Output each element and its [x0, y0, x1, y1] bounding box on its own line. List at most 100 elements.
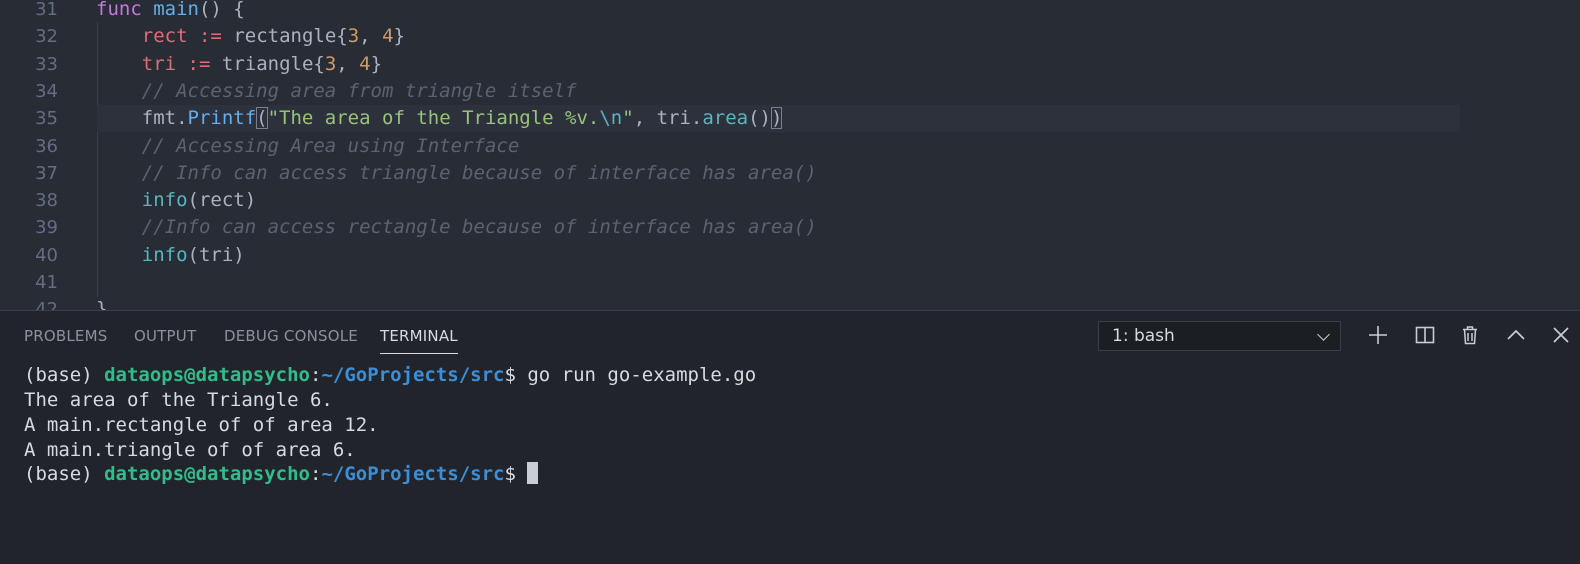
code-line: 38 info(rect): [0, 187, 1580, 214]
code-token: \n: [599, 107, 623, 130]
code-token: info: [141, 243, 188, 266]
code-token: }: [370, 52, 383, 75]
code-token: area: [702, 107, 749, 130]
line-number: 42: [35, 299, 58, 310]
prompt-dollar: $: [504, 364, 528, 386]
code-line: 40 info(tri): [0, 242, 1580, 269]
code-token: 4: [382, 25, 394, 48]
code-text: // Info can access triangle because of i…: [96, 160, 817, 187]
code-token: //Info can access rectangle because of i…: [141, 216, 817, 239]
line-number: 34: [35, 80, 58, 102]
code-token: (: [256, 107, 268, 130]
tab-debug-console[interactable]: DEBUG CONSOLE: [224, 327, 358, 345]
code-token: // Accessing area from triangle itself: [141, 79, 577, 102]
terminal-output-line: The area of the Triangle 6.: [24, 389, 333, 411]
code-line: 35 fmt.Printf("The area of the Triangle …: [0, 105, 1580, 133]
bottom-panel: PROBLEMS OUTPUT DEBUG CONSOLE TERMINAL 1…: [0, 310, 1580, 564]
code-token: ,: [359, 25, 383, 48]
prompt-path: ~/GoProjects/src: [321, 463, 505, 485]
code-token: (): [748, 107, 771, 130]
terminal-select[interactable]: 1: bash: [1098, 321, 1341, 351]
trash-icon[interactable]: [1459, 324, 1481, 346]
code-token: :=: [198, 25, 222, 48]
code-text: rect := rectangle{3, 4}: [96, 23, 405, 50]
line-number: 41: [35, 272, 58, 293]
code-line: 37 // Info can access triangle because o…: [0, 160, 1580, 187]
code-text: //Info can access rectangle because of i…: [96, 214, 817, 241]
terminal-command: go run go-example.go: [527, 364, 757, 386]
prompt-colon: :: [309, 364, 322, 386]
code-token: }: [96, 298, 108, 310]
code-token: 4: [359, 52, 371, 75]
line-number: 31: [35, 0, 58, 20]
code-token: Printf: [187, 107, 257, 130]
terminal-prompt-line: (base) dataops@datapsycho:~/GoProjects/s…: [24, 363, 756, 388]
code-text: tri := triangle{3, 4}: [96, 51, 382, 78]
line-number: 36: [35, 135, 58, 157]
tab-terminal[interactable]: TERMINAL: [380, 327, 458, 354]
code-text: // Accessing Area using Interface: [96, 133, 520, 160]
code-token: 3: [347, 25, 360, 48]
close-icon[interactable]: [1550, 324, 1572, 346]
code-token: ,: [336, 52, 360, 75]
tab-problems[interactable]: PROBLEMS: [24, 327, 107, 345]
code-token: main: [153, 0, 199, 20]
code-token: info: [141, 189, 188, 212]
line-number: 32: [35, 26, 58, 48]
line-number: 38: [35, 190, 58, 212]
code-line: 31 func main() {: [0, 0, 1580, 23]
code-token: 3: [324, 52, 337, 75]
split-icon[interactable]: [1414, 324, 1436, 346]
code-token: rectangle{: [221, 25, 348, 48]
code-line: 42}: [0, 296, 1580, 310]
terminal-cursor: [527, 462, 539, 484]
plus-icon[interactable]: [1367, 324, 1389, 346]
code-token: fmt.: [96, 107, 188, 130]
code-line: 34 // Accessing area from triangle itsel…: [0, 78, 1580, 105]
terminal-output-line: A main.triangle of of area 6.: [24, 439, 356, 461]
code-token: // Accessing Area using Interface: [141, 134, 520, 157]
chevron-up-icon[interactable]: [1505, 324, 1527, 346]
code-line: 41: [0, 269, 1580, 296]
code-token: rect: [141, 25, 188, 48]
code-token: func: [96, 0, 142, 20]
code-token: ": [622, 107, 634, 130]
prompt-prefix: (base): [24, 364, 105, 386]
code-line: 36 // Accessing Area using Interface: [0, 133, 1580, 160]
code-token: , tri.: [633, 107, 703, 130]
code-token: tri: [141, 52, 177, 75]
code-text: }: [96, 296, 107, 310]
tab-output[interactable]: OUTPUT: [134, 327, 196, 345]
code-text: info(rect): [96, 187, 256, 214]
code-token: (rect): [187, 189, 257, 212]
prompt-dollar: $: [504, 463, 528, 485]
prompt-user-host: dataops@datapsycho: [104, 364, 310, 386]
line-number: 40: [35, 244, 58, 266]
code-editor[interactable]: 31 func main() {32 rect := rectangle{3, 4…: [0, 0, 1580, 310]
terminal-prompt-line: (base) dataops@datapsycho:~/GoProjects/s…: [24, 462, 539, 487]
prompt-user-host: dataops@datapsycho: [104, 463, 310, 485]
terminal-output-line: A main.rectangle of of area 12.: [24, 414, 379, 436]
code-token: () {: [198, 0, 245, 20]
prompt-colon: :: [309, 463, 322, 485]
chevron-down-icon: [1317, 328, 1330, 341]
code-text: fmt.Printf("The area of the Triangle %v.…: [96, 105, 783, 132]
terminal-select-value: 1: bash: [1112, 326, 1175, 346]
code-token: ): [770, 107, 783, 130]
line-number: 37: [35, 162, 58, 184]
line-number: 33: [35, 53, 58, 75]
code-line: 39 //Info can access rectangle because o…: [0, 214, 1580, 241]
prompt-path: ~/GoProjects/src: [321, 364, 505, 386]
code-text: info(tri): [96, 242, 245, 269]
code-text: func main() {: [96, 0, 245, 23]
prompt-prefix: (base): [24, 463, 105, 485]
